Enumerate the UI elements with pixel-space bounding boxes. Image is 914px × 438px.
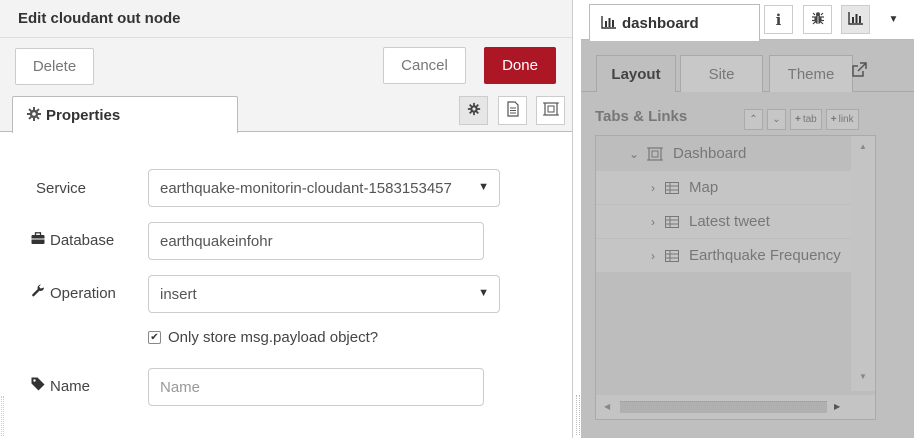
database-value: earthquakeinfohr [160,232,273,250]
name-placeholder: Name [160,378,201,396]
payload-only-option: ✔ Only store msg.payload object? [148,329,378,346]
table-icon [665,181,679,194]
tabs-links-toolbar: ⌃ ⌄ + tab + link [744,109,859,130]
dashboard-tab-button[interactable] [841,5,870,34]
tray-header: Edit cloudant out node [0,0,572,38]
tree-item-label: Latest tweet [689,213,770,230]
tab-site[interactable]: Site [680,55,763,92]
table-icon [665,215,679,228]
tray-tabbar: Properties [0,93,572,133]
chevron-right-icon: › [651,248,655,263]
tag-icon [31,377,45,395]
scroll-right-icon: ▶ [834,402,841,411]
scroll-left-icon: ◀ [604,402,611,411]
chevron-right-icon: › [651,214,655,229]
plus-icon: + [830,114,837,125]
collapse-all-button[interactable]: ⌄ [767,109,786,130]
tree-item-dashboard[interactable]: ⌄ Dashboard [596,137,851,170]
add-link-button[interactable]: + link [825,109,859,130]
database-input[interactable]: earthquakeinfohr [148,222,484,260]
scroll-thumb[interactable] [620,401,827,413]
tab-dashboard[interactable]: dashboard [589,4,760,41]
tab-properties-label: Properties [46,107,121,124]
delete-button[interactable]: Delete [15,48,94,85]
node-settings-button[interactable] [459,96,488,125]
tab-dashboard-label: dashboard [622,14,699,32]
add-tab-button[interactable]: + tab [790,109,822,130]
frame-icon [542,101,559,120]
tree-item-label: Dashboard [673,145,747,162]
bar-chart-icon [847,11,864,28]
sidebar: dashboard i ▼ Layout Site Theme Tabs & L… [581,0,914,438]
bar-chart-icon [601,15,617,32]
gear-icon [26,106,42,122]
info-tab-button[interactable]: i [764,5,793,34]
chevron-down-icon: ⌄ [772,114,781,125]
wrench-icon [31,284,45,302]
tabs-links-title: Tabs & Links [595,108,688,125]
name-label: Name [31,377,90,395]
payload-only-label: Only store msg.payload object? [168,329,379,346]
tray-title: Edit cloudant out node [18,10,181,27]
tree-item-label: Map [689,179,719,196]
bug-icon [811,11,825,28]
tree-item[interactable]: › Latest tweet [596,205,851,238]
caret-down-icon: ▼ [888,14,899,25]
debug-tab-button[interactable] [803,5,832,34]
name-input[interactable]: Name [148,368,484,406]
operation-value: insert [160,285,197,303]
cancel-button[interactable]: Cancel [383,47,466,84]
frame-icon [647,146,663,162]
tabs-tree: ⌄ Dashboard › Map › Latest tweet › Earth… [595,135,876,420]
expand-all-button[interactable]: ⌃ [744,109,763,130]
tree-vertical-scrollbar[interactable]: ▲ ▼ [851,136,875,391]
node-appearance-button[interactable] [536,96,565,125]
tree-item[interactable]: › Earthquake Frequency [596,239,851,272]
table-icon [665,249,679,262]
payload-only-checkbox[interactable]: ✔ [148,331,161,344]
gear-icon [467,102,481,119]
sidebar-menu-button[interactable]: ▼ [879,5,908,34]
service-label: Service [36,180,87,197]
tab-properties[interactable]: Properties [12,96,238,133]
operation-select[interactable]: insert ▼ [148,275,500,313]
plus-icon: + [795,114,801,125]
node-description-button[interactable] [498,96,527,125]
chevron-right-icon: › [651,180,655,195]
tree-item-label: Earthquake Frequency [689,247,841,264]
chevron-down-icon: ⌄ [629,146,640,161]
sidebar-resize-grip[interactable] [576,395,580,435]
tree-item[interactable]: › Map [596,171,851,204]
properties-form: Service earthquake-monitorin-cloudant-15… [0,132,572,438]
chevron-up-icon: ⌃ [749,114,758,125]
dashboard-panel: Layout Site Theme Tabs & Links ⌃ ⌄ + tab … [581,41,914,438]
document-icon [506,101,520,120]
sidebar-header: dashboard i ▼ [581,0,914,41]
service-select[interactable]: earthquake-monitorin-cloudant-1583153457… [148,169,500,207]
database-label: Database [31,232,114,249]
tree-horizontal-scrollbar[interactable]: ◀ ▶ [596,395,875,419]
dropdown-arrow-icon: ▼ [478,287,489,299]
dashboard-tabbar: Layout Site Theme [581,41,914,92]
operation-label: Operation [31,284,116,302]
external-link-icon[interactable] [848,59,870,81]
tray-toolbar: Delete Cancel Done [0,38,572,93]
scroll-down-icon: ▼ [859,372,867,381]
done-button[interactable]: Done [484,47,556,84]
dropdown-arrow-icon: ▼ [478,181,489,193]
info-icon: i [775,10,782,29]
tray-resize-grip[interactable] [1,396,4,436]
service-value: earthquake-monitorin-cloudant-1583153457 [160,179,452,197]
tab-theme[interactable]: Theme [769,55,853,92]
scroll-up-icon: ▲ [859,142,867,151]
tab-layout[interactable]: Layout [596,55,676,92]
edit-tray: Edit cloudant out node Delete Cancel Don… [0,0,573,438]
briefcase-icon [31,232,45,249]
